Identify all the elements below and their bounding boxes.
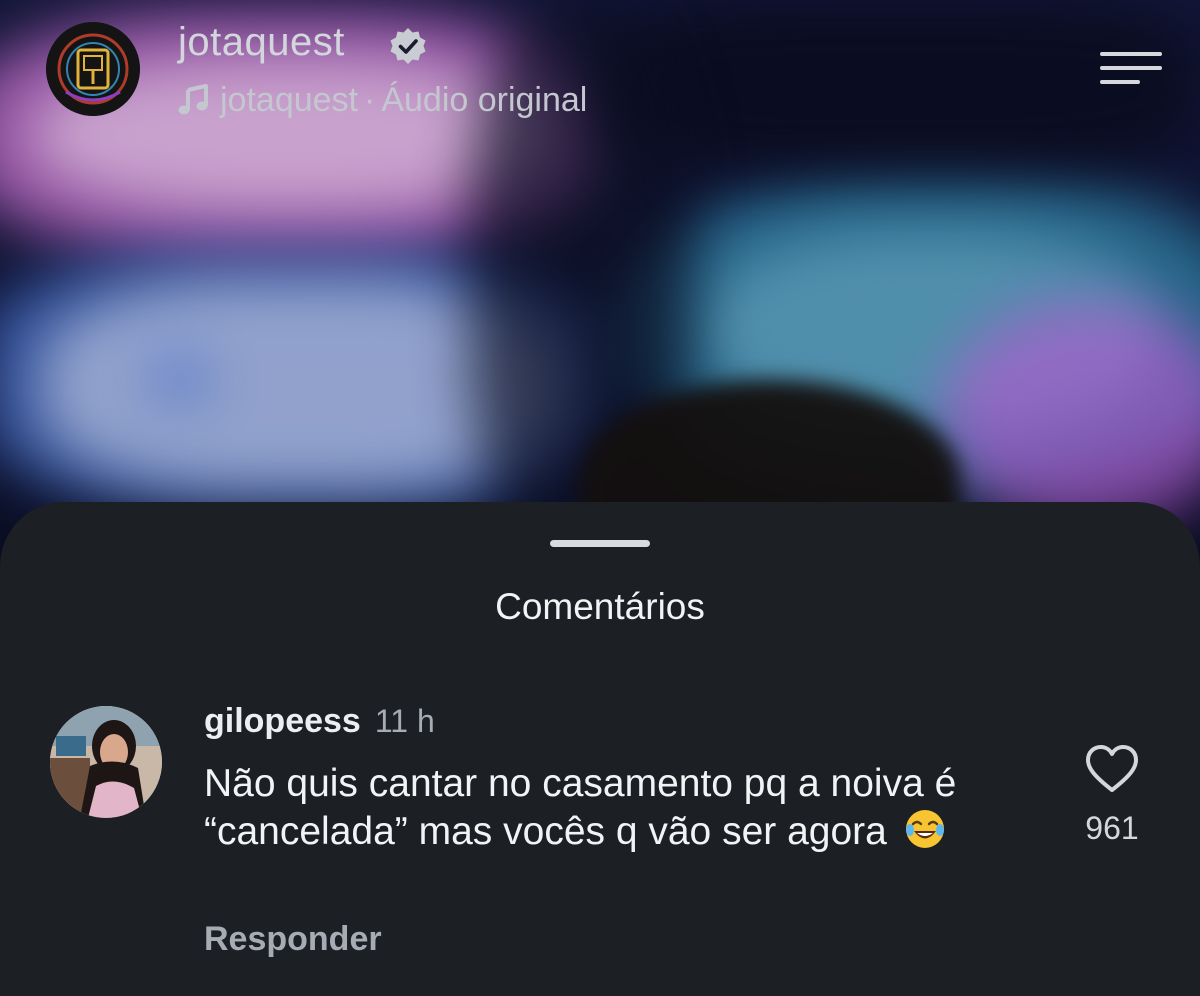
face-with-tears-of-joy-icon <box>905 810 944 848</box>
reel-header: jotaquest jotaquest · Áudio original <box>0 0 1200 140</box>
comment-timestamp: 11 h <box>374 703 435 739</box>
profile-avatar[interactable] <box>46 22 140 116</box>
comments-sheet: Comentários gilopeess 11 h Não quis cant… <box>0 502 1200 996</box>
commenter-username[interactable]: gilopeess <box>204 702 361 741</box>
like-count: 961 <box>1085 810 1139 846</box>
comment-item: gilopeess 11 h Não quis cantar no casame… <box>0 702 1200 982</box>
sheet-drag-handle[interactable] <box>550 540 650 547</box>
reply-button[interactable]: Responder <box>204 920 382 959</box>
comment-text-block: Não quis cantar no casamento pq a noiva … <box>204 760 1064 856</box>
audio-separator: · <box>364 80 376 119</box>
audio-attribution[interactable]: jotaquest · Áudio original <box>178 78 587 122</box>
verified-badge-icon <box>390 28 426 64</box>
video-glow <box>150 360 210 400</box>
comment-text: Não quis cantar no casamento pq a noiva … <box>204 762 957 853</box>
heart-outline-icon[interactable] <box>1084 742 1140 798</box>
audio-artist: jotaquest <box>220 80 358 119</box>
commenter-avatar[interactable] <box>50 706 162 818</box>
account-username[interactable]: jotaquest <box>178 20 345 65</box>
menu-lines-icon[interactable] <box>1098 50 1164 86</box>
music-note-icon <box>178 84 208 115</box>
audio-label: Áudio original <box>381 80 588 119</box>
sheet-title: Comentários <box>495 586 705 627</box>
comment-meta: gilopeess 11 h <box>204 702 435 741</box>
reel-screen: jotaquest jotaquest · Áudio original Com… <box>0 0 1200 996</box>
